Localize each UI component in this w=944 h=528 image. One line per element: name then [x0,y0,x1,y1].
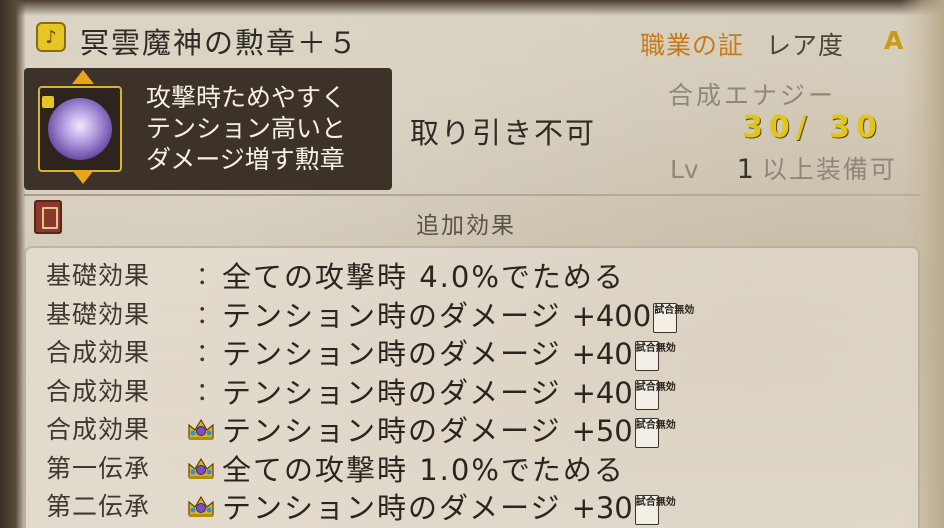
effect-value: +40 [571,375,633,410]
effect-description: テンション時のダメージ +40 試合無効 [222,370,676,412]
extra-effects-title: 追加効果 [416,213,516,239]
energy-value: 30/ 30 [742,110,883,145]
effect-separator: ： [196,376,222,406]
effect-value: +40 [571,337,633,371]
effect-row: 第二伝承 テンション時のダメージ +30 試合無効 [46,487,906,525]
description-panel: 攻撃時ためやすく テンション高いと ダメージ増す勲章 [24,68,392,190]
description-line: ダメージ増す勲章 [146,145,345,174]
item-name: 冥雲魔神の勲章＋５ [80,26,360,60]
effect-description: テンション時のダメージ +40 試合無効 [222,331,676,373]
effect-category: 合成効果 [46,376,151,406]
effect-separator: ： [196,261,222,290]
item-description: 攻撃時ためやすく テンション高いと ダメージ増す勲章 [146,82,386,175]
crown-icon [188,495,214,517]
effect-value: +400 [571,298,652,333]
effect-category: 第二伝承 [46,492,151,521]
description-line: テンション高いと [146,114,347,143]
level-requirement: Lv 1 以上装備可 [670,150,897,186]
divider [24,194,920,196]
effect-category: 基礎効果 [46,261,151,290]
effect-text: テンション時のダメージ [222,414,562,448]
item-header: ♪ 冥雲魔神の勲章＋５ 職業の証 レア度 A [28,14,918,60]
level-value: 1 [736,154,754,185]
description-line: 攻撃時ためやすく [146,83,347,112]
effect-separator: ： [196,338,222,367]
effect-text: テンション時のダメージ [222,491,562,525]
effect-value: +30 [571,491,633,525]
left-edge-decoration [0,0,26,528]
effect-category: 合成効果 [46,415,151,444]
effect-category: 第一伝承 [46,453,151,483]
rarity-label: レア度 [766,31,845,60]
trade-status: 取り引き不可 [410,116,597,150]
level-suffix: 以上装備可 [761,155,897,184]
arrow-down-icon[interactable] [72,170,94,184]
effect-category: 合成効果 [46,338,151,367]
effect-text: 全ての攻撃時 1.0%でためる [222,452,625,487]
music-note-badge-icon: ♪ [36,22,66,52]
level-prefix: Lv [670,155,699,184]
effect-row: 基礎効果 ：テンション時のダメージ +400 試合無効 [46,295,906,333]
effect-row: 第一伝承 全ての攻撃時 1.0%でためる [46,449,906,487]
effect-text: テンション時のダメージ [222,375,562,410]
match-invalid-badge: 試合無効 [634,379,676,410]
effect-description: 全ての攻撃時 4.0%でためる [222,254,625,296]
effect-row: 合成効果 ：テンション時のダメージ +40 試合無効 [46,372,906,410]
effect-text: 全ての攻撃時 4.0%でためる [222,260,625,294]
purple-medal-icon [48,98,112,160]
energy-label: 合成エナジー [668,81,837,110]
item-category: 職業の証 [640,31,745,60]
effect-text: テンション時のダメージ [222,337,562,371]
effect-description: 全ての攻撃時 1.0%でためる [222,447,625,489]
effect-category: 基礎効果 [46,299,151,329]
effect-description: テンション時のダメージ +50 試合無効 [222,408,676,450]
effects-list: 基礎効果：全ての攻撃時 4.0%でためる 基礎効果：テンション時のダメージ +400… [24,246,920,528]
crown-icon [188,457,214,479]
effect-description: テンション時のダメージ +30 試合無効 [222,485,676,527]
book-icon[interactable] [34,200,62,234]
effect-value: +50 [571,414,633,448]
effect-row: 合成効果 ：テンション時のダメージ +40 試合無効 [46,333,906,371]
effect-separator: ： [196,299,222,329]
match-invalid-badge: 試合無効 [653,302,694,333]
arrow-up-icon[interactable] [72,70,94,84]
effect-row: 基礎効果 ：全ての攻撃時 4.0%でためる [46,256,906,294]
match-invalid-badge: 試合無効 [634,495,676,525]
rarity-value: A [884,26,904,55]
effect-row: 合成効果 テンション時のダメージ +50 試合無効 [46,410,906,448]
lock-icon [42,96,54,108]
effect-text: テンション時のダメージ [222,298,562,333]
match-invalid-badge: 試合無効 [634,341,676,371]
match-invalid-badge: 試合無効 [634,418,676,448]
crown-icon [188,418,214,440]
effect-description: テンション時のダメージ +400 試合無効 [222,293,694,335]
